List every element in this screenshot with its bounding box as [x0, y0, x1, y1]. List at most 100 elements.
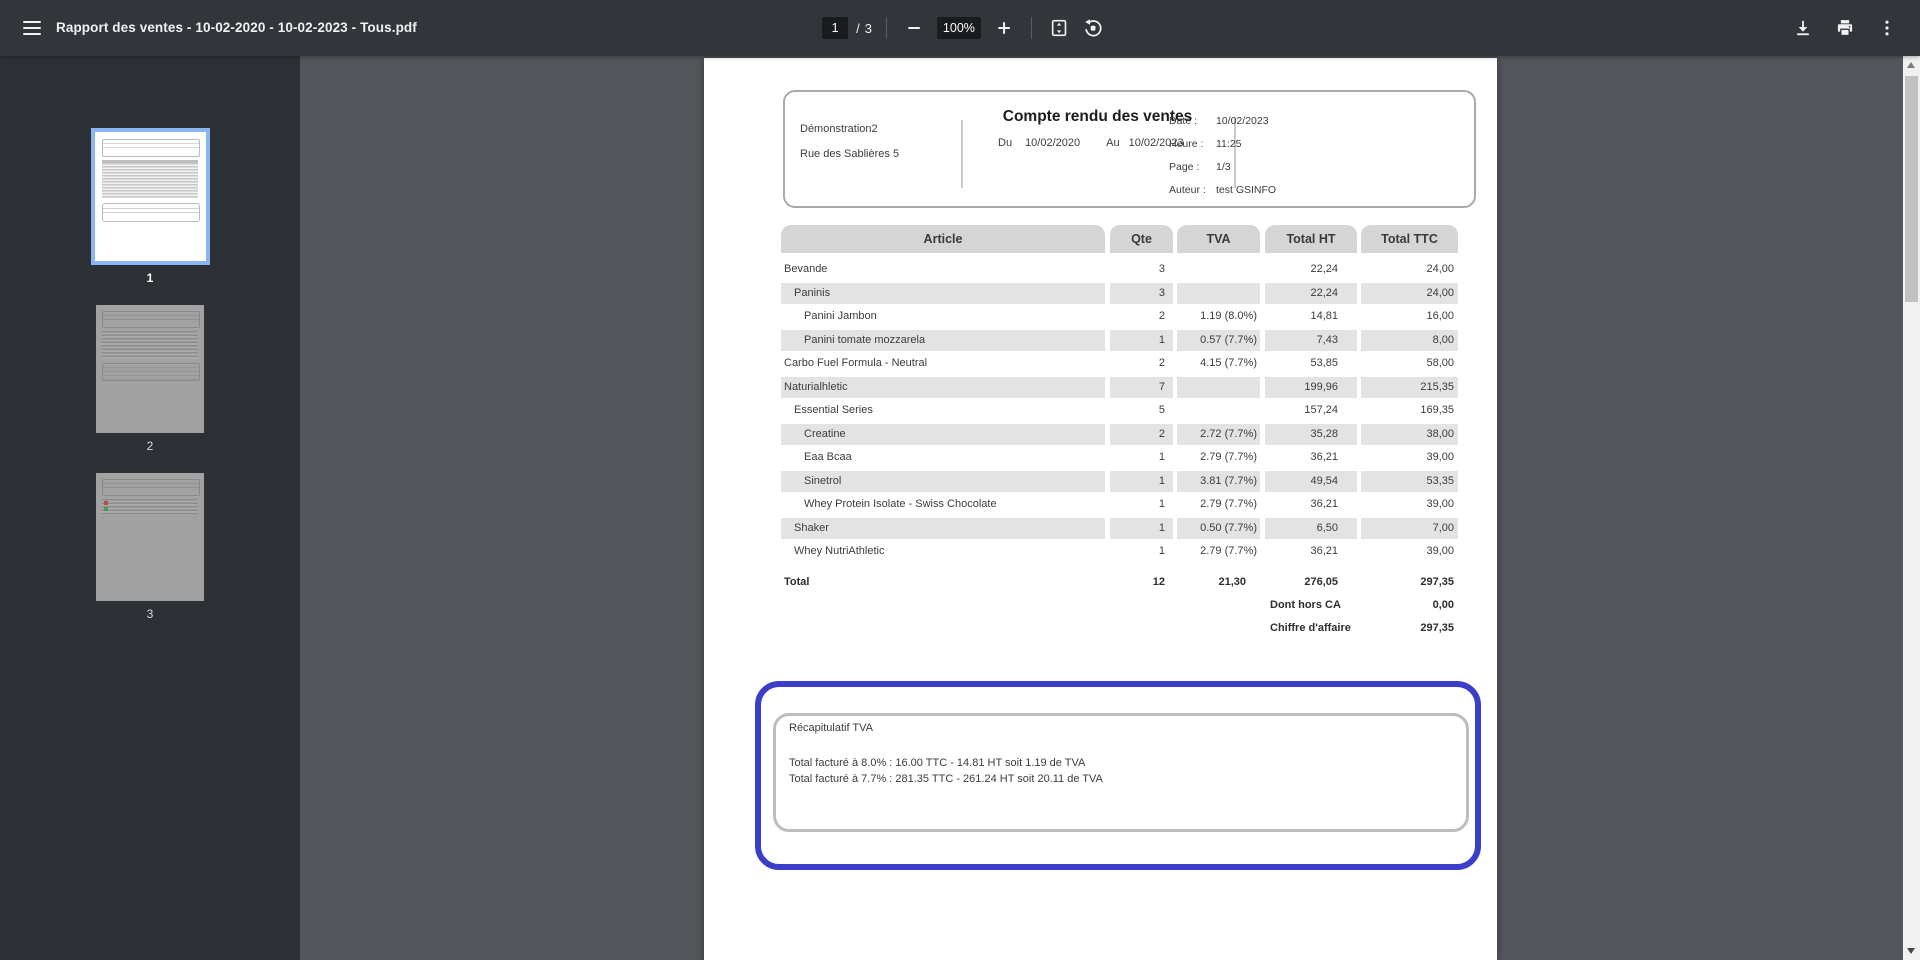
tva-cell: [1177, 377, 1260, 399]
table-row: Bevande 3 22,24 24,00: [781, 259, 1458, 281]
thumbnail-image[interactable]: [91, 128, 210, 265]
page-thumbnail[interactable]: 1: [0, 128, 300, 285]
total-ttc: 297,35: [1361, 574, 1458, 590]
page-thumbnail[interactable]: 2: [0, 305, 300, 453]
article-cell: Carbo Fuel Formula - Neutral: [781, 353, 1105, 375]
pdf-viewer-app: Rapport des ventes - 10-02-2020 - 10-02-…: [0, 0, 1920, 960]
thumbnail-preview: [95, 132, 206, 261]
date-from: 10/02/2020: [1025, 137, 1080, 149]
thumbnail-image[interactable]: [96, 305, 204, 433]
summary-label: Dont hors CA: [1265, 598, 1361, 613]
rotate-icon[interactable]: [1080, 15, 1106, 41]
thumbnail-page-number: 1: [0, 271, 300, 285]
total-tva: 21,30: [1177, 574, 1260, 590]
toolbar: Rapport des ventes - 10-02-2020 - 10-02-…: [0, 0, 1920, 56]
total-ttc-cell: 215,35: [1361, 377, 1458, 399]
article-cell: Sinetrol: [781, 471, 1105, 493]
vertical-scrollbar: [1903, 56, 1920, 960]
table-row: Carbo Fuel Formula - Neutral 2 4.15 (7.7…: [781, 353, 1458, 375]
tva-cell: 2.79 (7.7%): [1177, 494, 1260, 516]
total-ttc-cell: 39,00: [1361, 494, 1458, 516]
thumbnail-preview-table: [102, 331, 198, 359]
thumbnail-image[interactable]: [96, 473, 204, 601]
page-number-input[interactable]: [822, 17, 848, 39]
thumbnail-sidebar: 1 2: [0, 56, 300, 960]
tva-cell: 2.72 (7.7%): [1177, 424, 1260, 446]
summary-spacer: [781, 598, 1265, 613]
meta-value: 1/3: [1216, 161, 1231, 173]
menu-icon[interactable]: [18, 14, 46, 42]
tva-recap-line: Total facturé à 7.7% : 281.35 TTC - 261.…: [789, 772, 1466, 788]
header-divider-left: [961, 120, 963, 188]
thumbnail-page-number: 3: [0, 607, 300, 621]
column-header: Article: [781, 225, 1105, 253]
fit-to-page-icon[interactable]: [1046, 15, 1072, 41]
qty-cell: 1: [1110, 494, 1173, 516]
tva-cell: 1.19 (8.0%): [1177, 306, 1260, 328]
tva-cell: 0.57 (7.7%): [1177, 330, 1260, 352]
total-ht-cell: 36,21: [1265, 541, 1357, 563]
more-options-icon[interactable]: [1874, 15, 1900, 41]
meta-label: Heure :: [1169, 138, 1216, 150]
total-ht-cell: 35,28: [1265, 424, 1357, 446]
print-icon[interactable]: [1832, 15, 1858, 41]
tva-recap-box: Récapitulatif TVA Total facturé à 8.0% :…: [773, 713, 1469, 832]
company-name: Démonstration2: [800, 123, 878, 135]
scrollbar-thumb[interactable]: [1905, 76, 1918, 302]
qty-cell: 2: [1110, 353, 1173, 375]
page-controls: / 3 100%: [822, 0, 1106, 56]
total-ttc-cell: 8,00: [1361, 330, 1458, 352]
table-row: Whey Protein Isolate - Swiss Chocolate 1…: [781, 494, 1458, 516]
total-ttc-cell: 16,00: [1361, 306, 1458, 328]
article-cell: Naturialhletic: [781, 377, 1105, 399]
scroll-down-arrow[interactable]: [1907, 948, 1915, 954]
summary-value: 297,35: [1361, 621, 1458, 636]
table-row: Panini tomate mozzarela 1 0.57 (7.7%) 7,…: [781, 330, 1458, 352]
article-cell: Whey Protein Isolate - Swiss Chocolate: [781, 494, 1105, 516]
zoom-in-button[interactable]: [991, 15, 1017, 41]
total-ttc-cell: 53,35: [1361, 471, 1458, 493]
company-address: Rue des Sablières 5: [800, 148, 899, 160]
zoom-level[interactable]: 100%: [937, 17, 981, 39]
date-range: Du10/02/2020Au10/02/2023: [998, 137, 1184, 149]
total-ht-cell: 49,54: [1265, 471, 1357, 493]
meta-value: test GSINFO: [1216, 184, 1276, 196]
qty-cell: 1: [1110, 447, 1173, 469]
tva-cell: 2.79 (7.7%): [1177, 447, 1260, 469]
meta-row: Date : 10/02/2023: [1169, 109, 1276, 132]
scroll-up-arrow[interactable]: [1907, 62, 1915, 68]
total-row: Total 12 21,30 276,05 297,35: [781, 574, 1458, 590]
page-thumbnail[interactable]: 3: [0, 473, 300, 621]
qty-cell: 2: [1110, 306, 1173, 328]
tva-cell: 3.81 (7.7%): [1177, 471, 1260, 493]
thumbnail-preview-table: [102, 160, 198, 198]
article-cell: Panini Jambon: [781, 306, 1105, 328]
qty-cell: 1: [1110, 471, 1173, 493]
document-title: Rapport des ventes - 10-02-2020 - 10-02-…: [56, 0, 417, 56]
toolbar-divider: [1031, 17, 1032, 39]
meta-label: Page :: [1169, 161, 1216, 173]
table-header-row: Article Qte TVA Total HT Total TTC: [781, 225, 1458, 253]
zoom-out-button[interactable]: [901, 15, 927, 41]
total-ht-cell: 199,96: [1265, 377, 1357, 399]
thumbnail-list: 1 2: [0, 128, 300, 641]
page-total: 3: [865, 21, 872, 36]
thumbnail-preview: [96, 305, 204, 433]
summary-row: Dont hors CA 0,00: [781, 598, 1458, 613]
article-cell: Bevande: [781, 259, 1105, 281]
report-header-box: Démonstration2 Rue des Sablières 5 Compt…: [783, 90, 1476, 208]
summary-value: 0,00: [1361, 598, 1458, 613]
table-row: Creatine 2 2.72 (7.7%) 35,28 38,00: [781, 424, 1458, 446]
tva-cell: 4.15 (7.7%): [1177, 353, 1260, 375]
table-row: Paninis 3 22,24 24,00: [781, 283, 1458, 305]
summary-label: Chiffre d'affaire: [1265, 621, 1361, 636]
au-label: Au: [1106, 137, 1119, 149]
table-row: Sinetrol 1 3.81 (7.7%) 49,54 53,35: [781, 471, 1458, 493]
total-ttc-cell: 7,00: [1361, 518, 1458, 540]
table-row: Panini Jambon 2 1.19 (8.0%) 14,81 16,00: [781, 306, 1458, 328]
tva-cell: [1177, 400, 1260, 422]
total-ht-cell: 36,21: [1265, 494, 1357, 516]
article-cell: Paninis: [781, 283, 1105, 305]
total-ttc-cell: 39,00: [1361, 447, 1458, 469]
download-icon[interactable]: [1790, 15, 1816, 41]
